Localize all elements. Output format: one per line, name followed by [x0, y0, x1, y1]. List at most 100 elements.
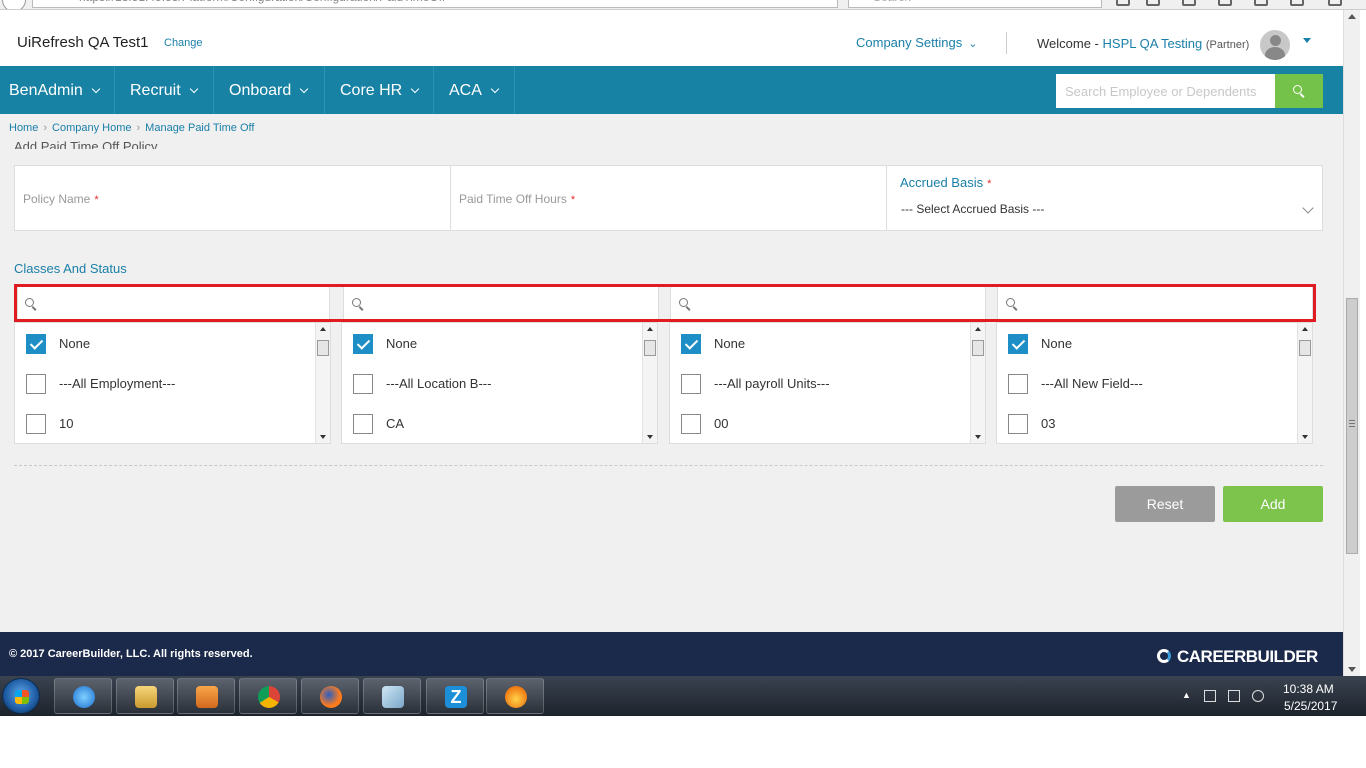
page-scrollbar[interactable]	[1343, 10, 1360, 676]
scroll-down-icon[interactable]	[1348, 667, 1356, 672]
clock-date[interactable]: 5/25/2017	[1284, 699, 1337, 713]
user-menu-caret-icon[interactable]	[1303, 38, 1311, 43]
employee-search-button[interactable]	[1275, 74, 1323, 108]
z-app-icon[interactable]: Z	[426, 678, 484, 714]
pocket-icon[interactable]	[1182, 0, 1196, 6]
policy-name-label: Policy Name *	[23, 192, 99, 206]
browser-search-input[interactable]: Search	[848, 0, 1102, 8]
browser-toolbar: https://13.51.45.55/Platform/Configurati…	[0, 0, 1366, 10]
start-button[interactable]	[2, 678, 40, 714]
scroll-thumb	[972, 340, 984, 356]
highlight-annotation	[14, 284, 1316, 322]
copyright-text: © 2017 CareerBuilder, LLC. All rights re…	[9, 648, 253, 660]
scroll-grip-icon	[1349, 420, 1355, 421]
employment-class-list[interactable]: None ---All Employment--- 10	[14, 322, 331, 444]
checkbox[interactable]	[353, 414, 373, 434]
welcome-prefix: Welcome -	[1037, 36, 1099, 51]
employee-search-input[interactable]	[1056, 74, 1275, 108]
network-icon[interactable]	[1228, 690, 1240, 702]
company-settings-menu[interactable]: Company Settings ⌄	[856, 35, 977, 50]
scroll-up-icon	[975, 327, 981, 331]
checkbox[interactable]	[681, 374, 701, 394]
chevron-down-icon	[1302, 202, 1314, 214]
avatar[interactable]	[1260, 30, 1290, 60]
checkbox[interactable]	[26, 414, 46, 434]
checkbox[interactable]	[681, 414, 701, 434]
add-button[interactable]: Add	[1223, 486, 1323, 522]
payroll-units-class-list[interactable]: None ---All payroll Units--- 00	[669, 322, 986, 444]
user-name[interactable]: HSPL QA Testing	[1103, 36, 1203, 51]
checkbox[interactable]	[1008, 374, 1028, 394]
list-scrollbar[interactable]	[642, 323, 657, 443]
scroll-thumb	[317, 340, 329, 356]
breadcrumb-company-home[interactable]: Company Home	[52, 122, 131, 134]
chevron-down-icon	[189, 84, 198, 94]
screen-margin	[0, 716, 1366, 768]
breadcrumb-home[interactable]: Home	[9, 122, 38, 134]
windows-logo-icon	[15, 690, 29, 704]
header-divider	[1006, 32, 1007, 54]
smiley-icon[interactable]	[1290, 0, 1304, 6]
list-item-label: CA	[386, 416, 405, 431]
breadcrumb: Home › Company Home › Manage Paid Time Off	[9, 122, 254, 134]
scroll-thumb[interactable]	[1346, 298, 1358, 554]
back-button[interactable]	[2, 0, 26, 9]
nav-item-aca[interactable]: ACA	[434, 66, 515, 114]
reset-button[interactable]: Reset	[1115, 486, 1215, 522]
list-scrollbar[interactable]	[315, 323, 330, 443]
accrued-basis-label: Accrued Basis *	[900, 175, 992, 190]
nav-item-core-hr[interactable]: Core HR	[325, 66, 434, 114]
media-player-icon[interactable]	[177, 678, 235, 714]
required-mark: *	[570, 194, 576, 206]
breadcrumb-manage-pto[interactable]: Manage Paid Time Off	[145, 122, 254, 134]
checkbox[interactable]	[681, 334, 701, 354]
list-scrollbar[interactable]	[1297, 323, 1312, 443]
firefox-icon[interactable]	[301, 678, 359, 714]
change-company-link[interactable]: Change	[164, 37, 203, 49]
policy-name-field[interactable]: Policy Name *	[15, 166, 451, 230]
notepad-icon[interactable]	[363, 678, 421, 714]
checkbox[interactable]	[353, 334, 373, 354]
breadcrumb-separator-icon: ›	[43, 122, 48, 134]
nav-item-recruit[interactable]: Recruit	[115, 66, 214, 114]
bookmark-star-icon[interactable]	[1116, 0, 1130, 6]
divider	[14, 465, 1323, 466]
policy-form-row: Policy Name * Paid Time Off Hours * Accrue…	[14, 165, 1323, 231]
checkbox[interactable]	[1008, 334, 1028, 354]
volume-icon[interactable]	[1252, 690, 1264, 702]
download-icon[interactable]	[1218, 0, 1232, 6]
checkbox[interactable]	[1008, 414, 1028, 434]
internet-explorer-icon[interactable]	[54, 678, 112, 714]
accrued-basis-select[interactable]: Accrued Basis * --- Select Accrued Basis …	[887, 166, 1322, 230]
chevron-down-icon	[300, 84, 309, 94]
bookmarks-list-icon[interactable]	[1146, 0, 1160, 6]
list-item-label: ---All Employment---	[59, 376, 176, 391]
home-icon[interactable]	[1254, 0, 1268, 6]
scroll-up-icon[interactable]	[1348, 14, 1356, 19]
system-tray: ▲	[1178, 676, 1366, 716]
chrome-icon[interactable]	[239, 678, 297, 714]
list-scrollbar[interactable]	[970, 323, 985, 443]
checkbox[interactable]	[26, 334, 46, 354]
flame-app-icon[interactable]	[486, 678, 544, 714]
file-explorer-icon[interactable]	[116, 678, 174, 714]
scroll-down-icon	[1302, 435, 1308, 439]
new-field-class-list[interactable]: None ---All New Field--- 03	[996, 322, 1313, 444]
scroll-down-icon	[320, 435, 326, 439]
show-hidden-icons-icon[interactable]: ▲	[1182, 690, 1194, 702]
menu-icon[interactable]	[1328, 0, 1342, 6]
address-bar[interactable]: https://13.51.45.55/Platform/Configurati…	[32, 0, 838, 8]
checkbox[interactable]	[353, 374, 373, 394]
clock-time[interactable]: 10:38 AM	[1283, 682, 1334, 696]
scroll-down-icon	[975, 435, 981, 439]
nav-item-benadmin[interactable]: BenAdmin	[0, 66, 115, 114]
list-item-label: 00	[714, 416, 729, 431]
pto-hours-field[interactable]: Paid Time Off Hours *	[451, 166, 887, 230]
nav-item-onboard[interactable]: Onboard	[214, 66, 325, 114]
scroll-up-icon	[1302, 327, 1308, 331]
scroll-down-icon	[647, 435, 653, 439]
action-center-flag-icon[interactable]	[1204, 690, 1216, 702]
checkbox[interactable]	[26, 374, 46, 394]
app-header: UiRefresh QA Test1 Change Company Settin…	[0, 10, 1343, 66]
location-class-list[interactable]: None ---All Location B--- CA	[341, 322, 658, 444]
